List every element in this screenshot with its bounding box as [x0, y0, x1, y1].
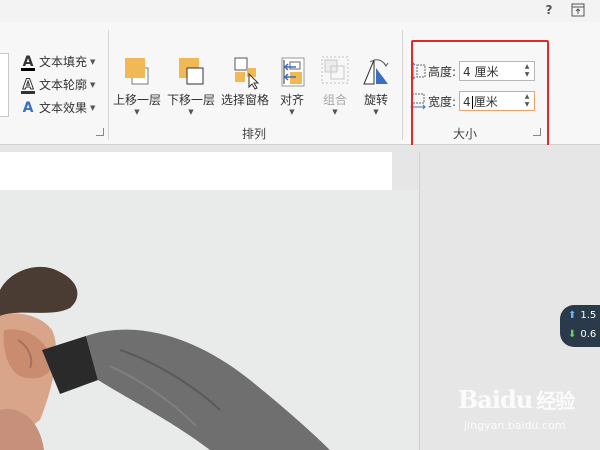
wordart-dialog-launcher-icon[interactable]: [96, 128, 104, 136]
bring-forward-button[interactable]: 上移一层 ▼: [110, 54, 164, 116]
help-icon[interactable]: ?: [542, 3, 556, 17]
wordart-styles-scroll[interactable]: [0, 53, 9, 117]
align-icon: [274, 54, 310, 90]
watermark-brand-text: Bai: [458, 385, 501, 414]
text-effects-icon: A: [22, 100, 34, 116]
chevron-down-icon: ▼: [373, 108, 379, 116]
selection-pane-button[interactable]: 选择窗格: [218, 54, 272, 108]
text-fill-icon: A: [21, 54, 35, 71]
group-separator: [402, 30, 403, 140]
text-outline-label: 文本轮廓: [39, 78, 88, 92]
bring-forward-icon: [119, 54, 155, 90]
chevron-down-icon: ▼: [134, 108, 140, 116]
network-speed-widget[interactable]: ⬆ 1.5 ⬇ 0.6: [560, 305, 600, 347]
title-bar: ?: [0, 0, 600, 22]
send-backward-button[interactable]: 下移一层 ▼: [164, 54, 218, 116]
slide-photo[interactable]: [0, 190, 419, 450]
rotate-label: 旋转: [363, 93, 388, 107]
slide-edge: [419, 152, 420, 450]
chevron-down-icon: ▼: [90, 81, 96, 89]
download-speed: 0.6: [580, 329, 597, 340]
rotate-icon: [358, 54, 394, 90]
send-backward-label: 下移一层: [166, 93, 215, 107]
text-effects-label: 文本效果: [39, 101, 88, 115]
chevron-down-icon: ▼: [90, 58, 96, 66]
paw-icon: du: [499, 385, 533, 414]
arrange-group-label: 排列: [242, 127, 267, 141]
baidu-watermark: Baidu 经验 jingyan.baidu.com: [458, 385, 575, 432]
chevron-down-icon: ▼: [188, 108, 194, 116]
watermark-url: jingyan.baidu.com: [464, 419, 566, 432]
text-fill-label: 文本填充: [39, 55, 88, 69]
group-separator: [108, 30, 109, 140]
rotate-button[interactable]: 旋转 ▼: [349, 54, 403, 116]
bring-forward-label: 上移一层: [112, 93, 161, 107]
text-fill-button[interactable]: A 文本填充 ▼: [20, 52, 95, 72]
chevron-down-icon: ▼: [90, 104, 96, 112]
send-backward-icon: [173, 54, 209, 90]
slide-top-area[interactable]: [0, 152, 392, 190]
watermark-brand-suffix: 经验: [536, 389, 575, 413]
watermark-brand: Baidu 经验: [458, 385, 575, 414]
selection-pane-label: 选择窗格: [220, 93, 269, 107]
text-outline-button[interactable]: A 文本轮廓 ▼: [20, 75, 95, 95]
ribbon-display-icon[interactable]: [571, 3, 585, 17]
selection-pane-icon: [227, 54, 263, 90]
upload-speed: 1.5: [580, 310, 597, 321]
group-icon: [317, 54, 353, 90]
text-outline-icon: A: [21, 77, 35, 94]
upload-arrow-icon: ⬆: [568, 310, 577, 321]
text-effects-button[interactable]: A 文本效果 ▼: [20, 98, 96, 118]
download-arrow-icon: ⬇: [568, 329, 577, 340]
